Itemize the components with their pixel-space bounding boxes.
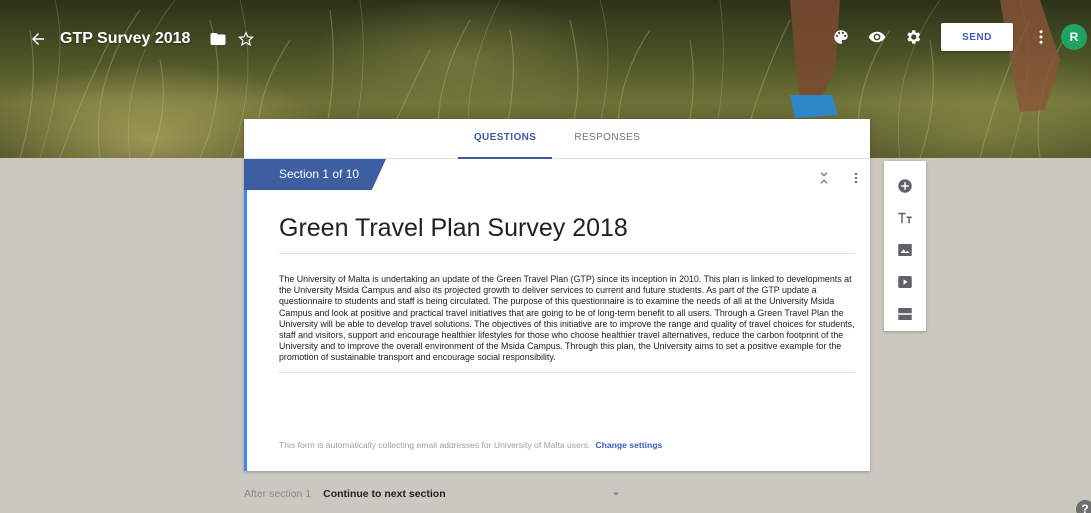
gear-icon[interactable] <box>899 23 927 51</box>
after-section-label: After section 1 <box>244 488 312 500</box>
add-title-icon[interactable] <box>890 203 920 233</box>
after-section-value: Continue to next section <box>323 488 446 500</box>
change-settings-link[interactable]: Change settings <box>595 440 662 450</box>
email-note-text: This form is automatically collecting em… <box>279 440 591 450</box>
add-section-icon[interactable] <box>890 299 920 329</box>
star-outline-icon[interactable] <box>232 25 260 53</box>
tab-responses[interactable]: RESPONSES <box>558 119 656 159</box>
email-collection-note: This form is automatically collecting em… <box>279 440 855 450</box>
header-tools: SEND R <box>827 22 1087 52</box>
avatar[interactable]: R <box>1061 24 1087 50</box>
after-section-select[interactable]: Continue to next section <box>323 488 621 500</box>
collapse-section-icon[interactable] <box>810 164 838 192</box>
tab-bar: QUESTIONS RESPONSES <box>244 119 870 159</box>
form-title[interactable]: Green Travel Plan Survey 2018 <box>279 214 855 254</box>
send-button[interactable]: SEND <box>941 23 1013 51</box>
form-description[interactable]: The University of Malta is undertaking a… <box>279 274 855 373</box>
help-icon[interactable]: ? <box>1076 500 1091 513</box>
section-more-icon[interactable] <box>842 164 870 192</box>
section-body: Green Travel Plan Survey 2018 The Univer… <box>244 190 870 471</box>
dropdown-arrow-icon <box>613 492 620 496</box>
back-arrow-icon[interactable] <box>24 25 52 53</box>
more-vert-icon[interactable] <box>1027 23 1055 51</box>
folder-icon[interactable] <box>204 25 232 53</box>
tab-questions[interactable]: QUESTIONS <box>457 119 553 159</box>
after-section-row: After section 1 Continue to next section <box>244 485 644 503</box>
form-card: QUESTIONS RESPONSES Section 1 of 10 Gree… <box>244 119 870 471</box>
add-question-icon[interactable] <box>890 171 920 201</box>
add-image-icon[interactable] <box>890 235 920 265</box>
add-video-icon[interactable] <box>890 267 920 297</box>
form-name[interactable]: GTP Survey 2018 <box>60 30 190 48</box>
side-toolbar <box>884 161 926 331</box>
eye-icon[interactable] <box>863 23 891 51</box>
palette-icon[interactable] <box>827 23 855 51</box>
section-label: Section 1 of 10 <box>244 159 386 190</box>
